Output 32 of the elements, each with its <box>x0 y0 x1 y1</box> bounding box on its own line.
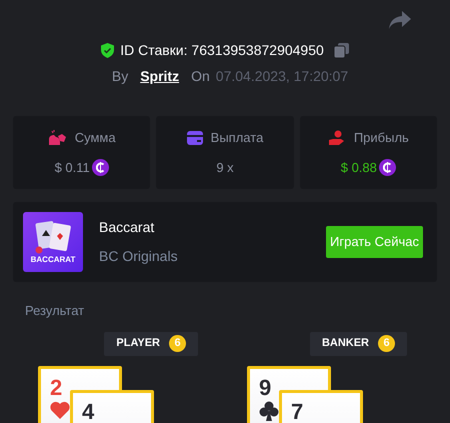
hand-name: PLAYER <box>116 336 160 352</box>
stat-value: $ 0.88 <box>340 158 377 176</box>
game-provider: BC Originals <box>99 247 178 266</box>
game-thumbnail[interactable]: BACCARAT <box>23 212 83 272</box>
stat-label: Сумма <box>74 129 116 147</box>
hand-name: BANKER <box>322 336 369 352</box>
result-heading: Результат <box>25 302 84 320</box>
card-rank: 4 <box>82 398 94 423</box>
stat-value: $ 0.11 <box>54 158 90 176</box>
club-icon <box>259 400 279 420</box>
bet-id: ID Ставки: 76313953872904950 <box>120 41 324 60</box>
score-badge: 6 <box>378 335 395 352</box>
card-icon <box>186 130 203 145</box>
cards-drawing <box>33 220 73 254</box>
game-label-text: BACCARAT <box>30 254 76 266</box>
score-badge: 6 <box>169 335 186 352</box>
bet-date: 07.04.2023, 17:20:07 <box>216 67 348 86</box>
user-link[interactable]: Spritz <box>140 66 180 87</box>
card-rank: 9 <box>259 374 272 400</box>
hand-person-icon <box>328 130 346 146</box>
by-label: By <box>112 67 128 86</box>
share-icon[interactable] <box>389 11 411 29</box>
stat-value: 9 x <box>216 158 234 176</box>
stat-label: Прибыль <box>354 129 409 147</box>
card-rank: 7 <box>291 398 304 423</box>
shield-check-icon <box>101 43 114 58</box>
copy-icon[interactable] <box>334 43 349 58</box>
stat-label: Выплата <box>210 129 264 147</box>
heart-icon <box>50 400 70 418</box>
card-rank: 2 <box>50 374 62 400</box>
game-title: Baccarat <box>99 218 156 237</box>
on-label: On <box>191 67 210 86</box>
